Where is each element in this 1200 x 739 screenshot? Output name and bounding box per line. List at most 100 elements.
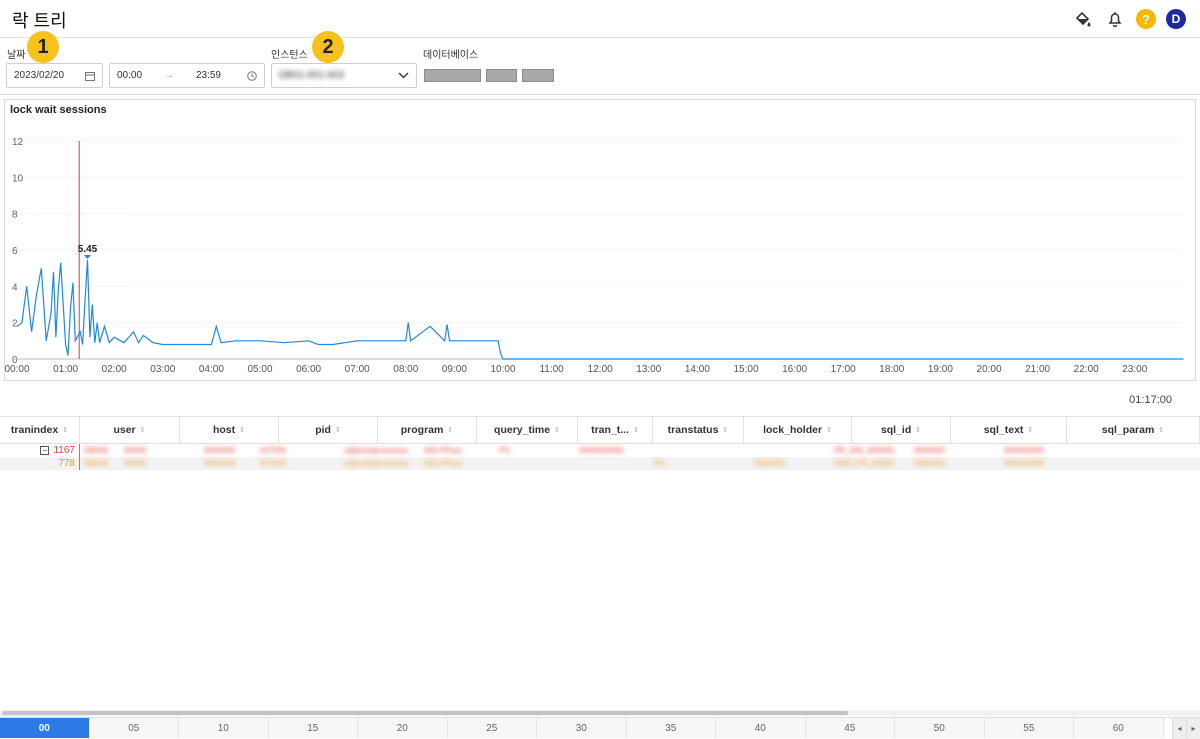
timeline-tick[interactable]: 05 [89, 718, 179, 738]
table-cell: PS [499, 446, 510, 455]
timeline-tick[interactable]: 00 [0, 718, 90, 738]
tranindex-cell: −1167 [0, 444, 80, 457]
timeline-tick[interactable]: 40 [716, 718, 806, 738]
timeline-tick[interactable]: 35 [626, 718, 716, 738]
x-tick-label: 14:00 [685, 364, 710, 375]
database-tag[interactable] [522, 69, 554, 82]
x-tick-label: 02:00 [102, 364, 127, 375]
column-header[interactable]: transtatus ⇕ [653, 417, 744, 443]
user-avatar[interactable]: D [1166, 9, 1186, 29]
bell-icon[interactable] [1104, 8, 1126, 30]
x-tick-label: 20:00 [976, 364, 1001, 375]
sort-icon[interactable]: ⇕ [826, 426, 832, 434]
sort-icon[interactable]: ⇕ [915, 426, 921, 434]
column-header-label: pid [315, 424, 331, 436]
table-cell: 000.PPsss [424, 459, 463, 468]
lock-wait-chart[interactable]: 02468101200:00 01:00 02:00 03:00 04:00 05:00 0… [5, 100, 1195, 380]
timeline-tick[interactable]: 60 [1074, 718, 1164, 738]
timeline-tick[interactable]: 10 [179, 718, 269, 738]
x-tick-label: 01:00 [53, 364, 78, 375]
x-tick-label: 22:00 [1074, 364, 1099, 375]
sort-icon[interactable]: ⇕ [140, 426, 146, 434]
column-header-label: transtatus [667, 424, 719, 436]
timeline-tick[interactable]: 15 [268, 718, 358, 738]
date-label: 날짜 [7, 50, 26, 61]
timeline-tick[interactable]: 55 [984, 718, 1074, 738]
paint-bucket-icon[interactable] [1072, 8, 1094, 30]
column-header[interactable]: query_time ⇕ [477, 417, 578, 443]
column-header[interactable]: lock_holder ⇕ [744, 417, 852, 443]
table-row[interactable]: −1167 DB000 00000 0000000 107559 clqlientepro… [0, 444, 1200, 457]
table-cell: 0000000000 [579, 446, 624, 455]
peak-marker [83, 254, 91, 259]
x-tick-label: 07:00 [345, 364, 370, 375]
column-header-label: sql_id [880, 424, 912, 436]
column-header-label: host [212, 424, 236, 436]
column-header[interactable]: sql_text ⇕ [951, 417, 1067, 443]
x-tick-label: 00:00 [5, 364, 30, 375]
x-tick-label: 06:00 [296, 364, 321, 375]
timeline-tick[interactable]: 25 [447, 718, 537, 738]
column-header[interactable]: tranindex ⇕ [0, 417, 80, 443]
sort-icon[interactable]: ⇕ [633, 426, 639, 434]
sort-icon[interactable]: ⇕ [554, 426, 560, 434]
time-end: 23:59 [195, 70, 221, 81]
help-icon[interactable]: ? [1136, 9, 1156, 29]
app-header: 락 트리 ? D [0, 0, 1200, 38]
sort-icon[interactable]: ⇕ [62, 426, 68, 434]
y-tick-label: 2 [12, 319, 18, 330]
timeline-tick[interactable]: 30 [537, 718, 627, 738]
table-cell: DB000 [84, 459, 109, 468]
sort-icon[interactable]: ⇕ [239, 426, 245, 434]
column-header[interactable]: tran_t... ⇕ [578, 417, 653, 443]
arrow-icon: → [164, 70, 174, 81]
nav-next-icon[interactable]: ▸ [1186, 718, 1200, 739]
database-tag[interactable] [486, 69, 517, 82]
column-header[interactable]: host ⇕ [180, 417, 279, 443]
table-row[interactable]: 778 DB000 00000 0000000 107559 clqlienteproce… [0, 457, 1200, 470]
table-cell: 0000000 [204, 459, 236, 468]
x-tick-label: 17:00 [831, 364, 856, 375]
table-cell: clqlienteprocessor [344, 459, 409, 468]
instance-select[interactable]: DB01-001-003 [271, 63, 417, 88]
table-cell: 0000000 [914, 446, 946, 455]
scrollbar-thumb[interactable] [2, 711, 848, 715]
x-tick-label: 15:00 [733, 364, 758, 375]
x-tick-label: 03:00 [150, 364, 175, 375]
column-header[interactable]: user ⇕ [80, 417, 180, 443]
lock-wait-chart-panel: lock wait sessions 0 2 4 6 8 10 12 00:00 01:00 02… [4, 99, 1196, 381]
database-tag[interactable] [424, 69, 481, 82]
date-picker[interactable]: 2023/02/20 [6, 63, 103, 88]
sort-icon[interactable]: ⇕ [722, 426, 728, 434]
column-header-label: lock_holder [763, 424, 823, 436]
sort-icon[interactable]: ⇕ [447, 426, 453, 434]
time-range-picker[interactable]: 00:00 → 23:59 [109, 63, 265, 88]
lock-tree-table: tranindex ⇕ user ⇕ host ⇕ pid ⇕ program ⇕ query_ti… [0, 416, 1200, 706]
x-tick-label: 21:00 [1025, 364, 1050, 375]
column-header[interactable]: program ⇕ [378, 417, 477, 443]
y-tick-label: 6 [12, 246, 18, 257]
sort-icon[interactable]: ⇕ [1027, 426, 1033, 434]
calendar-icon [85, 71, 95, 81]
sort-icon[interactable]: ⇕ [335, 426, 341, 434]
column-header-label: sql_param [1101, 424, 1155, 436]
nav-prev-icon[interactable]: ◂ [1172, 718, 1186, 739]
column-header[interactable]: pid ⇕ [279, 417, 378, 443]
column-header[interactable]: sql_id ⇕ [852, 417, 951, 443]
tranindex-value: 1167 [53, 445, 75, 456]
timeline-tick[interactable]: 20 [358, 718, 448, 738]
column-header[interactable]: sql_param ⇕ [1067, 417, 1200, 443]
collapse-icon[interactable]: − [40, 446, 50, 455]
timeline-tick[interactable]: 45 [805, 718, 895, 738]
series-line [16, 259, 1184, 360]
step-badge-1: 1 [27, 31, 59, 63]
header-actions: ? D [1072, 8, 1186, 30]
horizontal-scrollbar[interactable] [0, 710, 1200, 716]
y-tick-label: 10 [12, 173, 24, 184]
time-start: 00:00 [117, 70, 143, 81]
timeline-tick[interactable]: 50 [895, 718, 985, 738]
sort-icon[interactable]: ⇕ [1158, 426, 1164, 434]
table-cell: 107559 [259, 446, 286, 455]
instance-label: 인스턴스 [271, 50, 308, 61]
timeline-nav: ◂ ▸ [1172, 718, 1200, 739]
